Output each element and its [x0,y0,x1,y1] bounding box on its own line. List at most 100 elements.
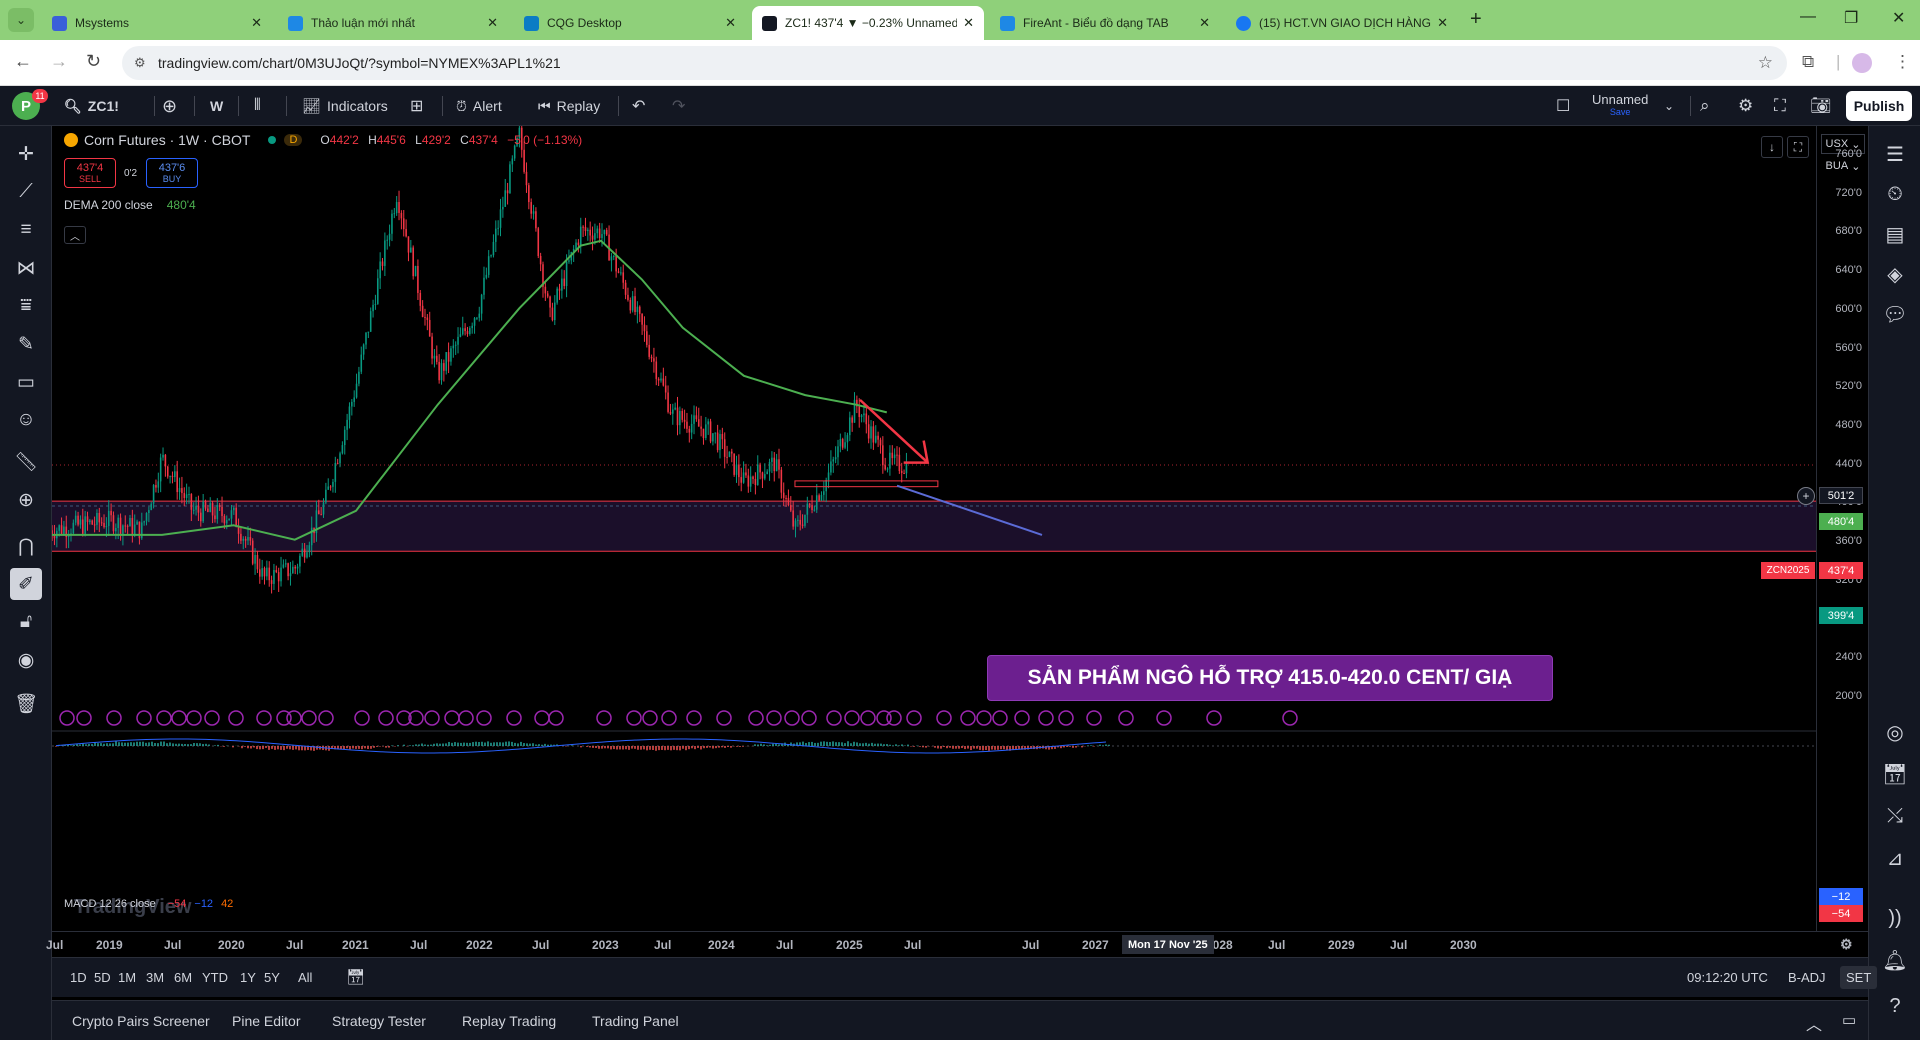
candles-chart-type-icon[interactable]: ⫴ [254,86,261,126]
range-button-all[interactable]: All [298,970,312,985]
panel-tab[interactable]: Pine Editor [232,1013,300,1029]
close-tab-icon[interactable]: ✕ [487,15,498,31]
browser-tab[interactable]: Msystems ✕ [42,6,272,40]
publish-button[interactable]: Publish [1846,91,1912,121]
eye-icon[interactable]: ◉ [10,644,42,676]
panel-tab[interactable]: Replay Trading [462,1013,556,1029]
panel-tab[interactable]: Crypto Pairs Screener [72,1013,210,1029]
trash-icon[interactable]: 🗑︎ [10,688,42,720]
templates-grid-icon[interactable]: ⊞ [410,86,423,126]
close-tab-icon[interactable]: ✕ [963,15,974,31]
range-button-1y[interactable]: 1Y [240,970,256,985]
text-note-icon[interactable]: ▭ [10,366,42,398]
target-icon[interactable]: ◎ [1879,716,1911,748]
redo-icon[interactable]: ↷ [672,86,685,126]
time-axis[interactable]: Jul 2019 Jul 2020 Jul 2021 Jul 2022 Jul 2023 Jul 20… [46,931,1868,957]
collapse-panel-icon[interactable]: ︿ [1806,1011,1822,1035]
interval-button[interactable]: W [210,86,223,126]
new-tab-icon[interactable]: + [1470,8,1482,31]
browser-tab-active[interactable]: ZC1! 437'4 ▼ −0.23% Unnamed ✕ [752,6,984,40]
close-tab-icon[interactable]: ✕ [1437,15,1448,31]
data-window-icon[interactable]: ▤ [1879,218,1911,250]
fib-icon[interactable]: ⩸ [10,290,42,322]
lock-icon[interactable]: 🔓︎ [10,606,42,638]
quick-search-icon[interactable]: ⌕ [1700,86,1710,126]
symbol-search-button[interactable]: 🔍︎ ZC1! [64,86,119,126]
goto-date-icon[interactable]: 📅︎ [346,968,365,986]
range-button-1m[interactable]: 1M [118,970,136,985]
price-scale[interactable]: ↓ ⛶ USX ⌄ BUA ⌄ 760'0 720'0 680'0 640'0 600'… [1761,126,1868,931]
minimize-icon[interactable]: — [1800,8,1816,26]
range-button-ytd[interactable]: YTD [202,970,228,985]
url-field[interactable]: ⚙ tradingview.com/chart/0M3UJoQt/?symbol… [122,46,1787,80]
collapse-legend-icon[interactable]: ︿ [64,226,86,244]
range-button-5d[interactable]: 5D [94,970,111,985]
maximize-chart-icon[interactable]: ⛶ [1787,136,1809,158]
back-icon[interactable]: ← [14,51,32,72]
magnet-icon[interactable]: ⋂ [10,530,42,562]
horizontal-lines-icon[interactable]: ≡ [10,214,42,246]
undo-icon[interactable]: ↶ [632,86,645,126]
site-info-icon[interactable]: ⚙ [134,55,146,71]
help-icon[interactable]: ? [1879,990,1911,1022]
range-button-5y[interactable]: 5Y [264,970,280,985]
forward-icon[interactable]: → [50,51,68,72]
fullscreen-icon[interactable]: ⛶ [1774,86,1786,126]
ideas-chart-icon[interactable]: ⤯ [1879,800,1911,832]
symbol-title[interactable]: Corn Futures · 1W · CBOT [84,132,250,148]
browser-tab[interactable]: FireAnt - Biểu đồ dạng TAB ✕ [990,6,1220,40]
calendar-icon[interactable]: 📅︎ [1879,758,1911,790]
replay-button[interactable]: ⏮ Replay [538,86,600,126]
range-button-3m[interactable]: 3M [146,970,164,985]
macd-legend[interactable]: MACD 12 26 close −54 −12 42 [64,898,233,910]
layout-name-button[interactable]: Unnamed Save [1592,86,1648,126]
emoji-icon[interactable]: ☺ [10,404,42,436]
camera-icon[interactable]: 📷︎ [1810,86,1832,126]
close-tab-icon[interactable]: ✕ [725,15,736,31]
chat-icon[interactable]: 💬︎ [1879,298,1911,330]
watchlist-icon[interactable]: ☰ [1879,138,1911,170]
ruler-icon[interactable]: 📏︎ [10,446,42,478]
browser-tab[interactable]: (15) HCT.VN GIAO DỊCH HÀNG ✕ [1226,6,1458,40]
tab-search-chevron-icon[interactable]: ⌄ [8,8,34,32]
brush-icon[interactable]: ✎ [10,328,42,360]
back-adjustment-toggle[interactable]: B-ADJ [1788,970,1826,985]
chart-pane[interactable]: Corn Futures · 1W · CBOT D O442'2 H445'6… [52,126,1816,931]
utc-clock[interactable]: 09:12:20 UTC [1687,970,1768,985]
bookmark-star-icon[interactable]: ☆ [1758,53,1773,73]
trend-line-icon[interactable]: ⟋ [10,176,42,208]
chevron-down-icon[interactable]: ⌄ [1664,86,1674,126]
close-tab-icon[interactable]: ✕ [1199,15,1210,31]
browser-menu-icon[interactable]: ⋮ [1894,52,1911,72]
close-window-icon[interactable]: ✕ [1892,8,1905,28]
stay-in-drawing-mode-icon[interactable]: ✐ [10,568,42,600]
indicator-legend[interactable]: DEMA 200 close 480'4 [64,198,196,212]
close-tab-icon[interactable]: ✕ [251,15,262,31]
session-toggle[interactable]: SET [1840,966,1878,989]
buy-button[interactable]: 437'6 BUY [146,158,198,188]
maximize-panel-icon[interactable]: ▭ [1842,1011,1856,1029]
support-annotation-callout[interactable]: SẢN PHẨM NGÔ HỖ TRỢ 415.0-420.0 CENT/ GI… [987,655,1553,701]
browser-tab[interactable]: CQG Desktop ✕ [514,6,746,40]
extensions-icon[interactable]: ⧉ [1802,52,1814,72]
panel-tab[interactable]: Trading Panel [592,1013,679,1029]
settings-gear-icon[interactable]: ⚙ [1738,86,1753,126]
scroll-down-icon[interactable]: ↓ [1761,136,1783,158]
zoom-in-icon[interactable]: ⊕ [10,484,42,516]
price-chart[interactable] [52,126,1816,931]
pattern-icon[interactable]: ⋈ [10,252,42,284]
sell-button[interactable]: 437'4 SELL [64,158,116,188]
indicators-button[interactable]: 📈︎ Indicators [302,86,388,126]
layers-icon[interactable]: ◈ [1879,258,1911,290]
time-axis-settings-icon[interactable]: ⚙ [1840,936,1853,953]
alerts-clock-icon[interactable]: ⏲ [1879,178,1911,210]
crosshair-icon[interactable]: ✛ [10,138,42,170]
range-button-6m[interactable]: 6M [174,970,192,985]
pine-script-icon[interactable]: ⊿ [1879,842,1911,874]
profile-avatar-icon[interactable] [1852,53,1872,73]
reload-icon[interactable]: ↻ [86,51,101,72]
notifications-bell-icon[interactable]: 🔔︎ [1879,944,1911,976]
panel-tab[interactable]: Strategy Tester [332,1013,426,1029]
stream-icon[interactable]: )) [1879,902,1911,934]
browser-tab[interactable]: Thảo luận mới nhất ✕ [278,6,508,40]
